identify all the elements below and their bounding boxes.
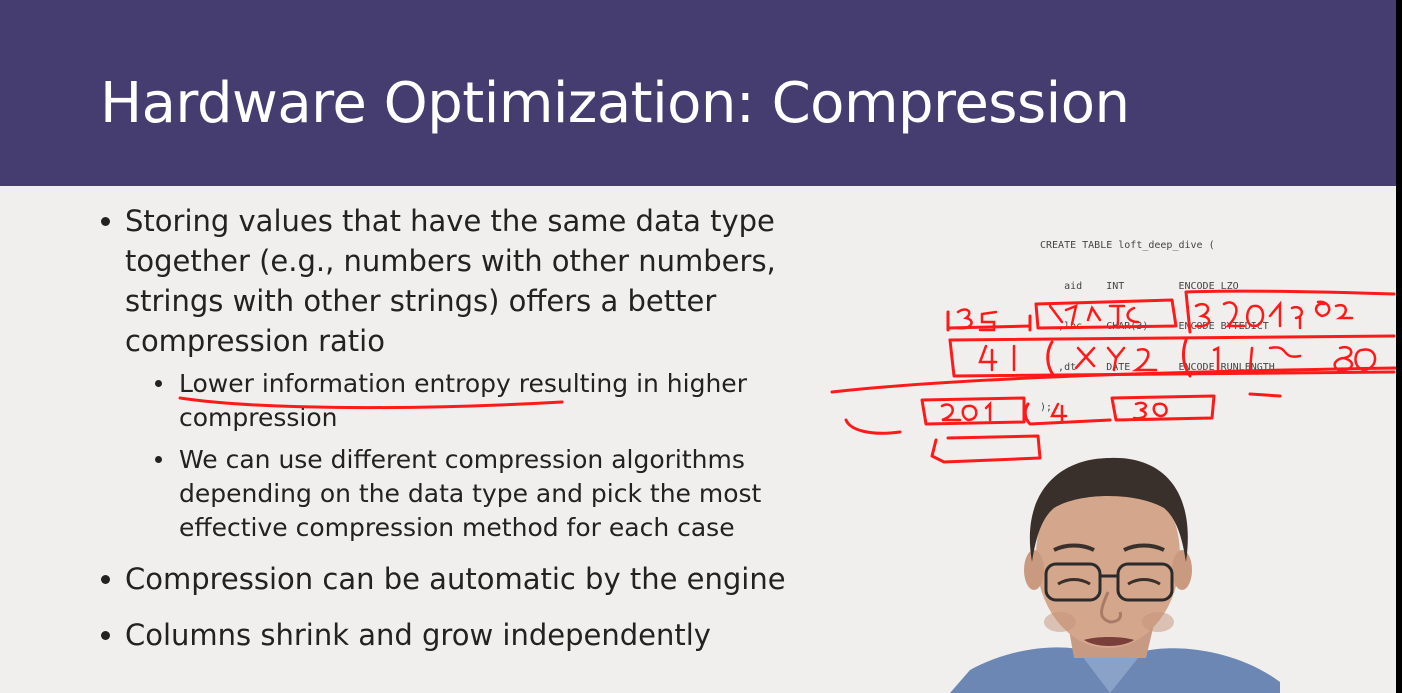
ink-box — [1023, 402, 1112, 426]
ink-mark — [844, 418, 902, 435]
ink-underline — [178, 396, 564, 410]
presenter-webcam — [950, 457, 1280, 693]
ink-mark — [1248, 392, 1282, 398]
ink-box — [1184, 289, 1396, 334]
slide: Hardware Optimization: Compression Stori… — [0, 0, 1396, 693]
ink-bracket — [1181, 338, 1192, 378]
ink-bracket — [1046, 340, 1056, 378]
ink-row-line — [948, 334, 1396, 342]
black-border — [1396, 0, 1402, 693]
